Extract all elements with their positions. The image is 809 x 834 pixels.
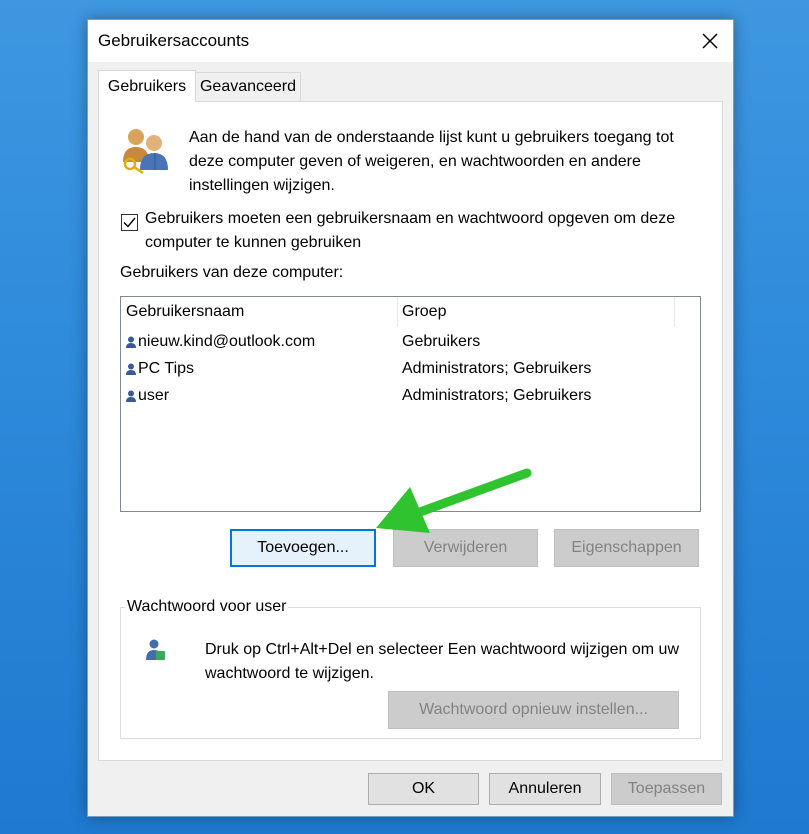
intro-text: Aan de hand van de onderstaande lijst ku… xyxy=(189,129,674,194)
user-icon xyxy=(126,363,136,375)
username-cell: nieuw.kind@outlook.com xyxy=(138,333,316,350)
ok-button[interactable]: OK xyxy=(368,773,479,805)
table-row[interactable]: PC Tips Administrators; Gebruikers xyxy=(121,357,700,384)
user-icon xyxy=(126,390,136,402)
user-password-icon xyxy=(146,639,165,660)
require-login-label[interactable]: Gebruikers moeten een gebruikersnaam en … xyxy=(145,207,715,255)
close-button[interactable] xyxy=(687,20,733,62)
password-instructions: Druk op Ctrl+Alt+Del en selecteer Een wa… xyxy=(205,641,679,682)
tab-users[interactable]: Gebruikers xyxy=(98,70,196,102)
column-divider[interactable] xyxy=(674,297,675,327)
checkmark-icon xyxy=(123,217,136,228)
close-icon xyxy=(702,33,718,49)
properties-button[interactable]: Eigenschappen xyxy=(554,529,699,567)
password-groupbox-label: Wachtwoord voor user xyxy=(125,598,289,616)
column-group[interactable]: Groep xyxy=(402,303,446,321)
require-login-checkbox[interactable] xyxy=(121,214,138,231)
users-tab-panel: Aan de hand van de onderstaande lijst ku… xyxy=(98,101,723,761)
username-cell: user xyxy=(138,387,170,404)
user-icon xyxy=(126,336,136,348)
username-cell: PC Tips xyxy=(138,360,195,377)
group-cell: Gebruikers xyxy=(402,333,481,350)
group-cell: Administrators; Gebruikers xyxy=(402,360,592,377)
tab-users-label: Gebruikers xyxy=(107,77,187,95)
users-list-heading: Gebruikers van deze computer: xyxy=(120,264,344,281)
cancel-button[interactable]: Annuleren xyxy=(489,773,601,805)
tab-advanced[interactable]: Geavanceerd xyxy=(195,72,301,101)
table-row[interactable]: nieuw.kind@outlook.com Gebruikers xyxy=(121,330,700,357)
table-row[interactable]: user Administrators; Gebruikers xyxy=(121,384,700,411)
window-title: Gebruikersaccounts xyxy=(98,31,250,50)
column-username[interactable]: Gebruikersnaam xyxy=(126,303,244,321)
reset-password-button[interactable]: Wachtwoord opnieuw instellen... xyxy=(388,691,679,729)
tab-advanced-label: Geavanceerd xyxy=(199,78,297,95)
add-user-button[interactable]: Toevoegen... xyxy=(230,529,376,567)
remove-user-button[interactable]: Verwijderen xyxy=(393,529,538,567)
title-bar[interactable]: Gebruikersaccounts xyxy=(88,20,733,62)
listview-header: Gebruikersnaam Groep xyxy=(121,297,700,327)
users-key-icon xyxy=(123,129,168,174)
users-listview[interactable]: Gebruikersnaam Groep nieuw.kind@outlook.… xyxy=(120,296,701,512)
user-accounts-dialog: Gebruikersaccounts Gebruikers Geavanceer… xyxy=(87,19,734,817)
apply-button[interactable]: Toepassen xyxy=(611,773,722,805)
group-cell: Administrators; Gebruikers xyxy=(402,387,592,404)
column-divider[interactable] xyxy=(397,297,398,327)
